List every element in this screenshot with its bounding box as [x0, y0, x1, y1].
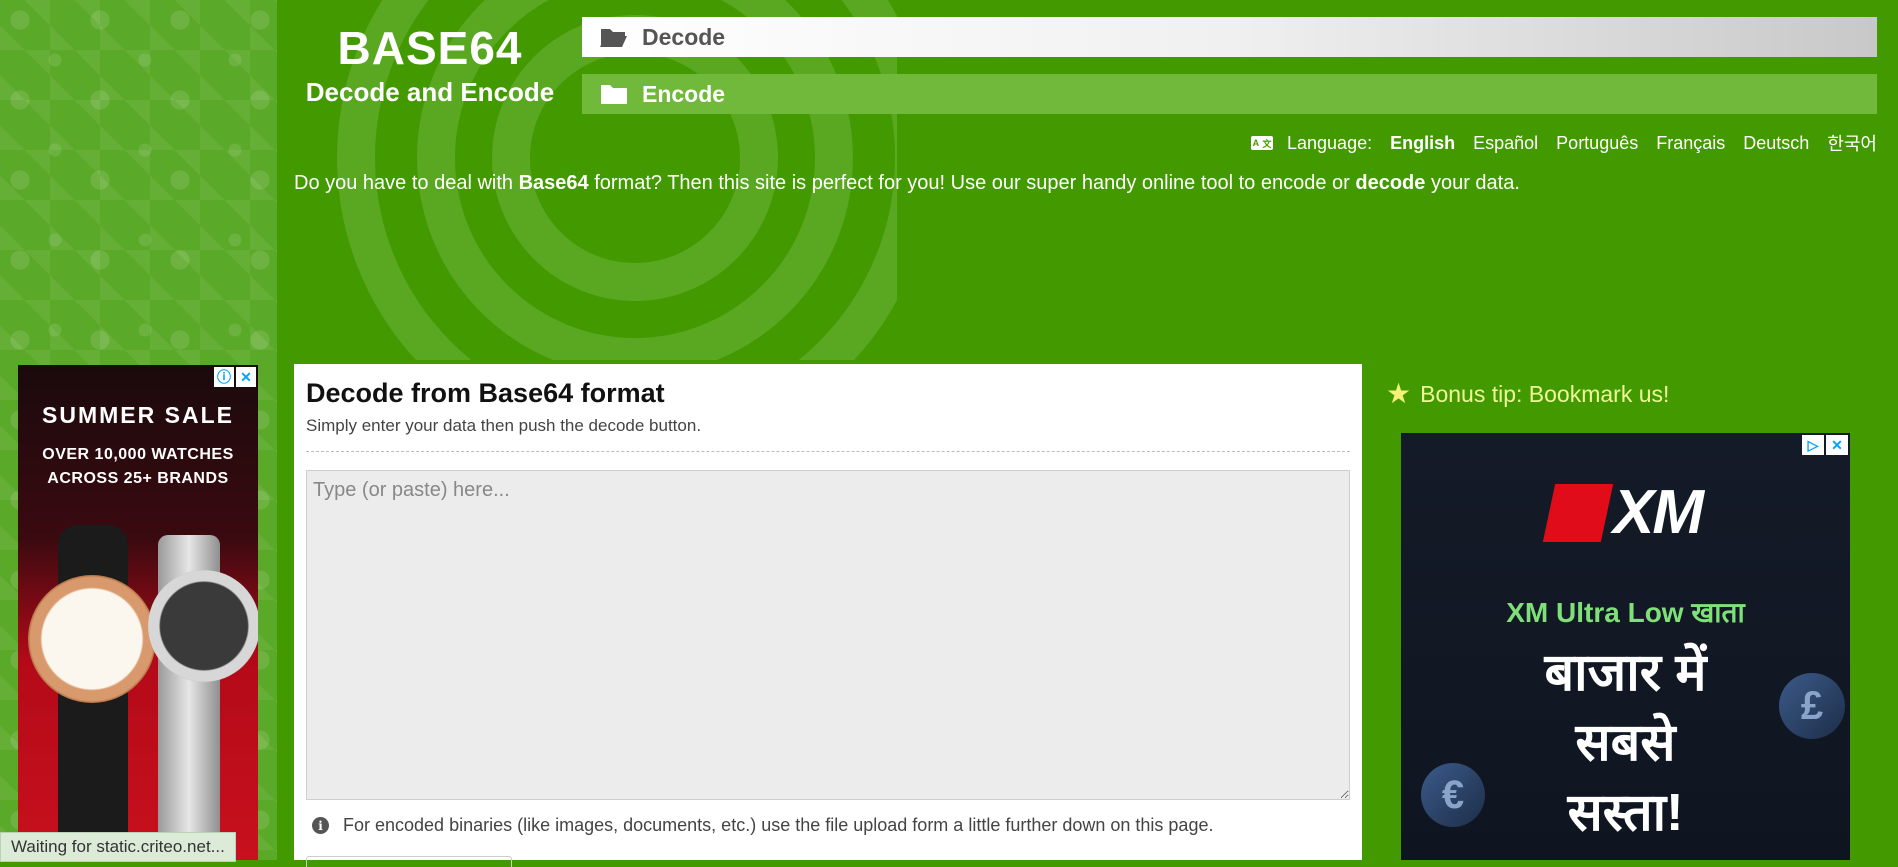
star-icon: ★ — [1386, 378, 1412, 409]
panel-divider — [306, 451, 1350, 452]
binary-note: i For encoded binaries (like images, doc… — [312, 815, 1213, 836]
right-ad-banner[interactable]: ▷ ✕ XM XM Ultra Low खाता बाजार में सबसे … — [1401, 433, 1850, 860]
ad-headline: SUMMER SALE — [42, 402, 234, 428]
bonus-tip-text: Bonus tip: Bookmark us! — [1420, 380, 1670, 407]
language-option-espanol[interactable]: Español — [1473, 133, 1538, 154]
language-selector: A文 Language: English Español Português F… — [1251, 130, 1877, 156]
folder-open-icon — [600, 29, 627, 47]
left-ad-banner[interactable]: ⓘ ✕ SUMMER SALE OVER 10,000 WATCHES ACRO… — [18, 365, 258, 860]
language-option-francais[interactable]: Français — [1656, 133, 1725, 154]
logo-title: BASE64 — [337, 22, 523, 74]
nav-encode-button[interactable]: Encode — [582, 74, 1877, 114]
intro-text: Do you have to deal with Base64 format? … — [294, 172, 1520, 195]
decode-input[interactable] — [306, 470, 1350, 800]
language-option-english[interactable]: English — [1390, 133, 1455, 154]
close-icon[interactable]: ✕ — [1826, 435, 1848, 455]
site-logo[interactable]: BASE64 Decode and Encode — [290, 22, 570, 108]
bonus-tip: ★ Bonus tip: Bookmark us! — [1386, 380, 1669, 408]
ad-subtext-line2: ACROSS 25+ BRANDS — [47, 470, 229, 487]
info-icon[interactable]: ⓘ — [214, 367, 234, 387]
status-text: Waiting for static.criteo.net... — [11, 837, 225, 856]
xm-logo-mark — [1542, 483, 1614, 542]
pound-coin-icon: £ — [1779, 673, 1845, 739]
ad-subtext-line1: OVER 10,000 WATCHES — [42, 446, 234, 463]
binary-note-text: For encoded binaries (like images, docum… — [343, 815, 1214, 835]
browser-status-bar: Waiting for static.criteo.net... — [0, 832, 236, 862]
decode-options-button[interactable] — [306, 856, 512, 867]
intro-part2: format? Then this site is perfect for yo… — [588, 172, 1356, 194]
xm-logo: XM — [1401, 477, 1850, 548]
language-icon: A文 — [1251, 136, 1273, 150]
decode-panel: Decode from Base64 format Simply enter y… — [294, 364, 1362, 867]
info-icon: i — [312, 817, 329, 834]
nav-decode-button[interactable]: Decode — [582, 17, 1877, 57]
intro-part1: Do you have to deal with — [294, 172, 519, 194]
ad-tagline: XM Ultra Low खाता — [1506, 597, 1745, 628]
folder-icon — [601, 85, 627, 104]
watch-face-silver — [148, 570, 258, 682]
nav-encode-label: Encode — [642, 80, 726, 107]
panel-subtitle: Simply enter your data then push the dec… — [306, 416, 702, 435]
language-label: Language: — [1287, 132, 1373, 153]
euro-coin-icon: € — [1421, 763, 1485, 827]
watch-face-gold — [28, 575, 156, 703]
adchoices-icon[interactable]: ▷ — [1802, 435, 1824, 455]
panel-title: Decode from Base64 format — [306, 378, 665, 408]
language-option-deutsch[interactable]: Deutsch — [1743, 133, 1809, 154]
language-option-portugues[interactable]: Português — [1556, 133, 1638, 154]
intro-bold-decode: decode — [1355, 172, 1426, 194]
intro-bold-base64: Base64 — [518, 172, 589, 194]
close-icon[interactable]: ✕ — [236, 367, 256, 387]
nav-decode-label: Decode — [642, 23, 726, 50]
intro-part3: your data. — [1425, 172, 1520, 194]
xm-logo-text: XM — [1613, 478, 1704, 547]
ad-subtext: OVER 10,000 WATCHES ACROSS 25+ BRANDS — [18, 443, 258, 491]
logo-subtitle: Decode and Encode — [305, 77, 555, 107]
language-option-korean[interactable]: 한국어 — [1827, 130, 1877, 156]
